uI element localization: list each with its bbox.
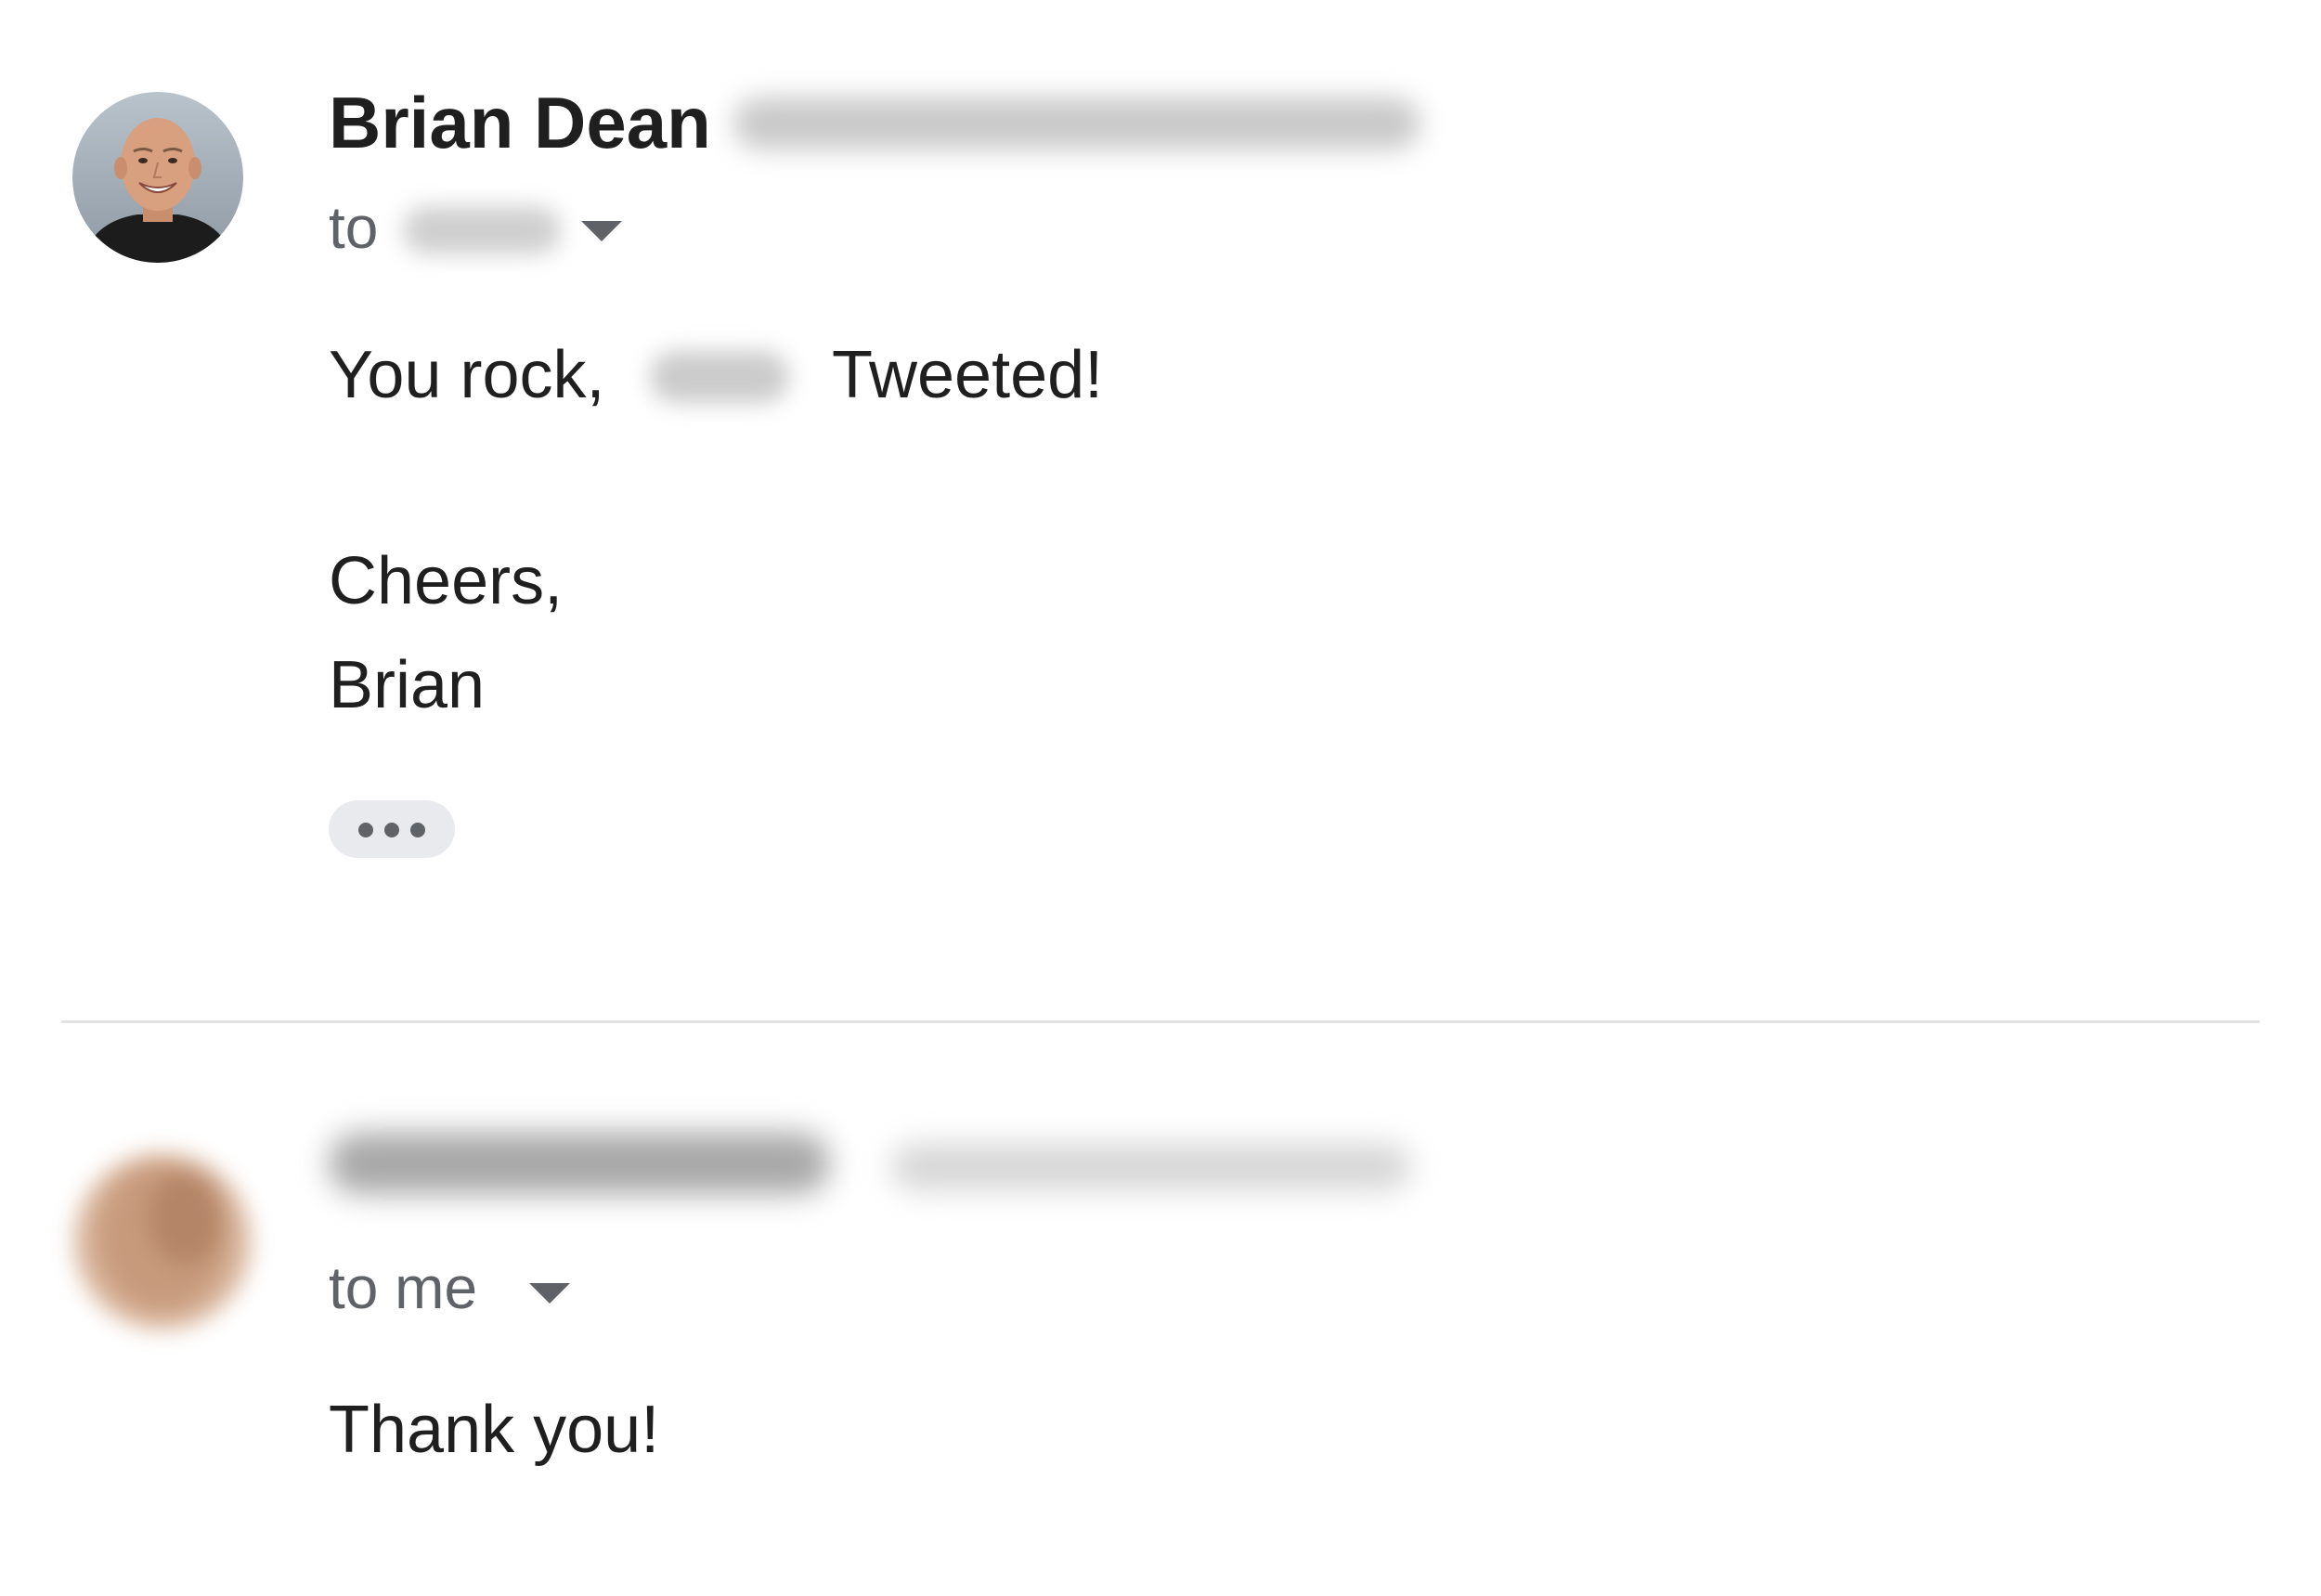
email-message: to me Thank you!	[0, 1023, 2321, 1596]
recipient-label: to	[329, 194, 379, 261]
sender-header: Brian Dean	[329, 76, 711, 169]
email-message: Brian Dean to You rock, Tweeted! Cheers,…	[0, 0, 2321, 1021]
message-greeting-end: Tweeted!	[832, 338, 1104, 412]
recipient-row: to me	[329, 1246, 477, 1330]
sender-avatar[interactable]	[74, 1153, 251, 1330]
chevron-down-icon[interactable]	[529, 1283, 570, 1304]
ellipsis-icon	[410, 823, 425, 837]
redacted-sender-name	[329, 1133, 830, 1194]
redacted-name	[650, 351, 789, 403]
message-signoff: Cheers,	[329, 544, 564, 618]
avatar-photo-icon	[72, 92, 243, 263]
avatar-photo-icon	[74, 1153, 251, 1330]
sender-name[interactable]: Brian Dean	[329, 76, 711, 169]
recipient-label: to me	[329, 1254, 478, 1321]
recipient-row: to	[329, 186, 561, 269]
message-body: Thank you!	[329, 1393, 660, 1467]
show-trimmed-content-button[interactable]	[329, 800, 455, 858]
message-greeting: You rock,	[329, 338, 605, 412]
redacted-recipient	[403, 206, 561, 254]
ellipsis-icon	[358, 823, 373, 837]
sender-avatar[interactable]	[72, 92, 243, 263]
chevron-down-icon[interactable]	[581, 221, 622, 241]
email-thread: Brian Dean to You rock, Tweeted! Cheers,…	[0, 0, 2321, 1596]
ellipsis-icon	[384, 823, 399, 837]
message-signature: Brian	[329, 648, 486, 722]
redacted-email	[891, 1144, 1411, 1190]
redacted-email	[733, 97, 1420, 149]
